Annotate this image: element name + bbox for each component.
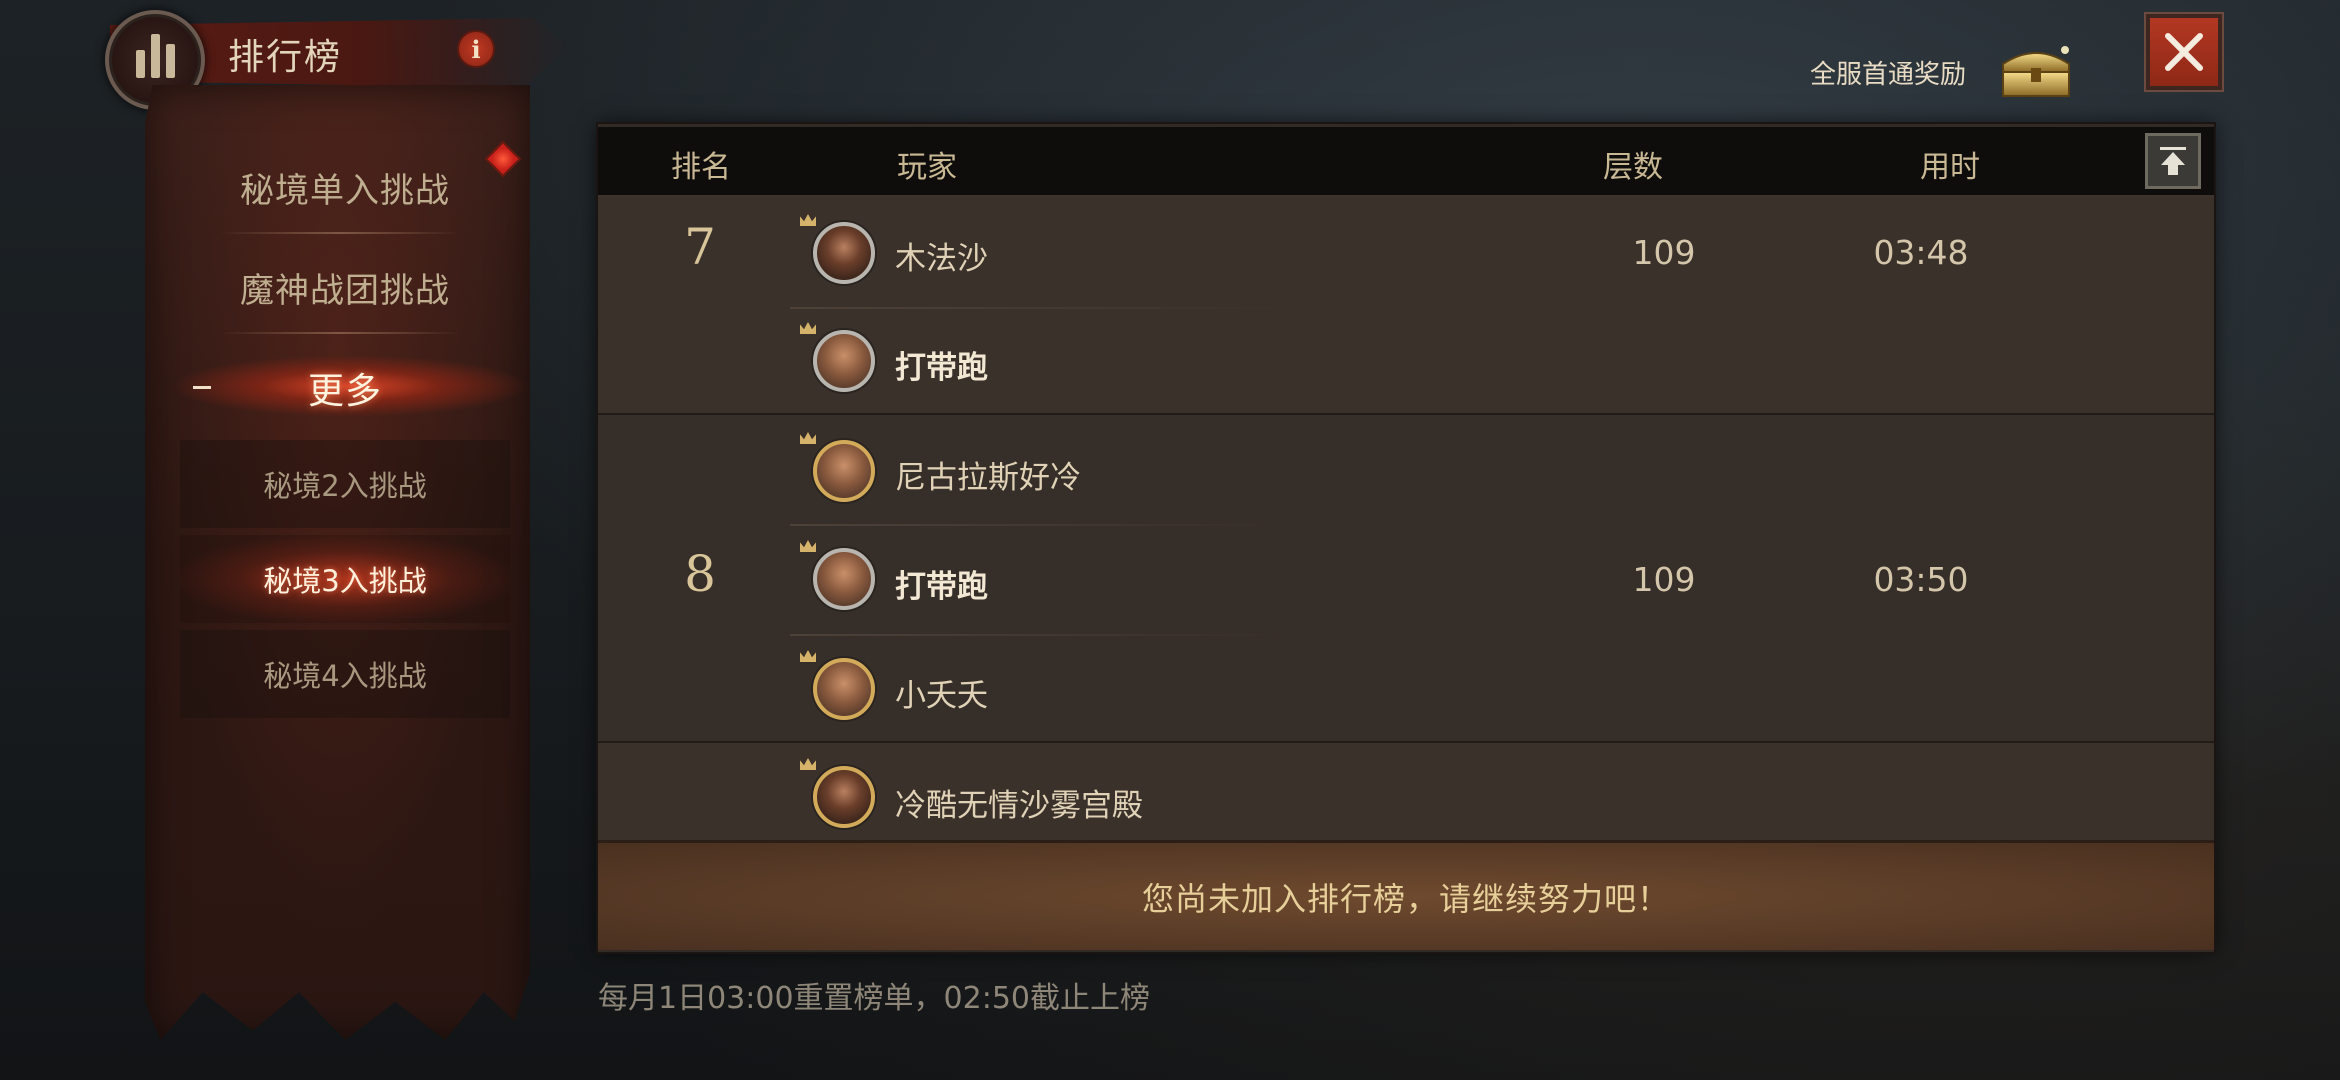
time-value: 03:48 xyxy=(1873,233,1969,272)
not-ranked-banner: 您尚未加入排行榜，请继续努力吧！ xyxy=(598,840,2214,950)
info-icon[interactable]: i xyxy=(457,30,495,68)
rank-number: 7 xyxy=(684,218,716,276)
page-title: 排行榜 xyxy=(228,37,343,78)
player-name[interactable]: 尼古拉斯好冷 xyxy=(895,452,1081,497)
player-name[interactable]: 打带跑 xyxy=(895,561,988,606)
column-header-floors: 层数 xyxy=(1603,150,1663,185)
player-name[interactable]: 冷酷无情沙雾宫殿 xyxy=(895,780,1143,825)
avatar[interactable] xyxy=(813,440,875,502)
avatar[interactable] xyxy=(813,548,875,610)
floors-value: 109 xyxy=(1632,560,1696,599)
sidebar-item-more[interactable]: 更多 xyxy=(175,362,515,414)
row-divider xyxy=(790,307,1290,309)
divider xyxy=(220,332,460,334)
first-clear-reward-label[interactable]: 全服首通奖励 xyxy=(1810,54,1966,91)
row-divider xyxy=(790,524,1290,526)
sidebar-item-solo-rift[interactable]: 秘境单入挑战 xyxy=(175,163,515,212)
treasure-chest-icon[interactable] xyxy=(1995,42,2077,100)
divider xyxy=(220,232,460,234)
not-ranked-message: 您尚未加入排行榜，请继续努力吧！ xyxy=(1141,879,1670,918)
scroll-top-arrow-icon xyxy=(2160,147,2186,175)
player-name[interactable]: 小夭夭 xyxy=(895,670,988,715)
avatar[interactable] xyxy=(813,658,875,720)
avatar[interactable] xyxy=(813,330,875,392)
close-button[interactable] xyxy=(2146,14,2222,90)
time-value: 03:50 xyxy=(1873,560,1969,599)
rank-number: 8 xyxy=(684,545,716,603)
sidebar-subitem-rift-4p[interactable]: 秘境4入挑战 xyxy=(180,630,510,718)
avatar[interactable] xyxy=(813,222,875,284)
close-icon xyxy=(2165,33,2203,71)
avatar[interactable] xyxy=(813,766,875,828)
column-header-player: 玩家 xyxy=(897,150,957,185)
player-name[interactable]: 打带跑 xyxy=(895,342,988,387)
sidebar-item-warband[interactable]: 魔神战团挑战 xyxy=(175,263,515,312)
reset-schedule-note: 每月1日03:00重置榜单，02:50截止上榜 xyxy=(598,981,1150,1016)
row-divider xyxy=(790,634,1290,636)
sidebar-subitem-rift-3p[interactable]: 秘境3入挑战 xyxy=(180,535,510,623)
sidebar-subitem-rift-2p[interactable]: 秘境2入挑战 xyxy=(180,440,510,528)
scroll-to-top-button[interactable] xyxy=(2145,133,2201,189)
player-name[interactable]: 木法沙 xyxy=(895,233,988,278)
floors-value: 109 xyxy=(1632,233,1696,272)
column-header-rank: 排名 xyxy=(671,150,731,185)
column-header-time: 用时 xyxy=(1920,150,1980,185)
